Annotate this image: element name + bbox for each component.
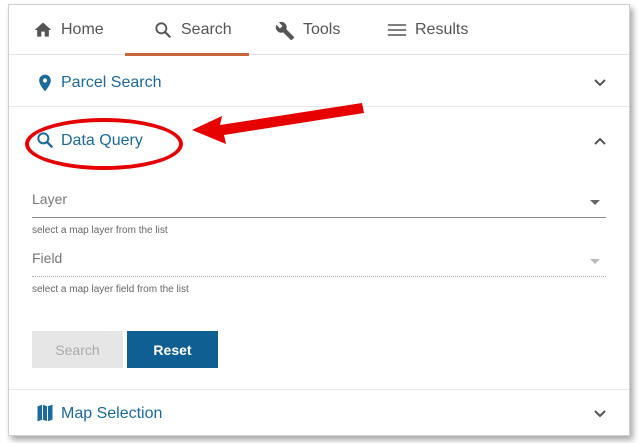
- reset-button[interactable]: Reset: [127, 331, 218, 368]
- list-icon: [387, 20, 407, 40]
- tab-results-label: Results: [415, 21, 469, 38]
- map-icon: [35, 403, 55, 425]
- tab-tools-label: Tools: [303, 21, 341, 38]
- search-icon: [153, 20, 173, 40]
- tab-search-label: Search: [181, 21, 232, 38]
- panel-frame: Home Search Tools Results Parcel Search: [8, 4, 630, 436]
- layer-select[interactable]: Layer select a map layer from the list: [32, 191, 606, 239]
- section-map-selection-label: Map Selection: [61, 404, 163, 422]
- tab-home-label: Home: [61, 21, 104, 38]
- layer-underline: [32, 217, 606, 218]
- tab-home[interactable]: Home: [33, 5, 104, 55]
- top-nav: Home Search Tools Results: [9, 5, 629, 56]
- search-button[interactable]: Search: [32, 331, 123, 368]
- tab-search[interactable]: Search: [125, 5, 249, 56]
- dropdown-caret-icon[interactable]: [590, 200, 600, 205]
- tab-tools[interactable]: Tools: [275, 5, 340, 55]
- home-icon: [33, 20, 53, 40]
- layer-hint: select a map layer from the list: [32, 225, 168, 236]
- section-map-selection[interactable]: Map Selection: [9, 389, 629, 435]
- wrench-icon: [275, 20, 295, 41]
- field-underline: [32, 276, 606, 277]
- layer-select-label: Layer: [32, 191, 68, 207]
- tab-results[interactable]: Results: [387, 5, 468, 55]
- field-select[interactable]: Field select a map layer field from the …: [32, 250, 606, 298]
- location-pin-icon: [35, 72, 55, 94]
- chevron-up-icon[interactable]: [593, 134, 607, 148]
- chevron-down-icon[interactable]: [593, 407, 607, 421]
- dropdown-caret-icon[interactable]: [590, 259, 600, 264]
- field-select-label: Field: [32, 250, 63, 266]
- chevron-down-icon[interactable]: [593, 76, 607, 90]
- field-hint: select a map layer field from the list: [32, 284, 189, 295]
- section-parcel-search-label: Parcel Search: [61, 73, 162, 91]
- annotation-ellipse: [25, 118, 183, 170]
- section-parcel-search[interactable]: Parcel Search: [9, 59, 629, 107]
